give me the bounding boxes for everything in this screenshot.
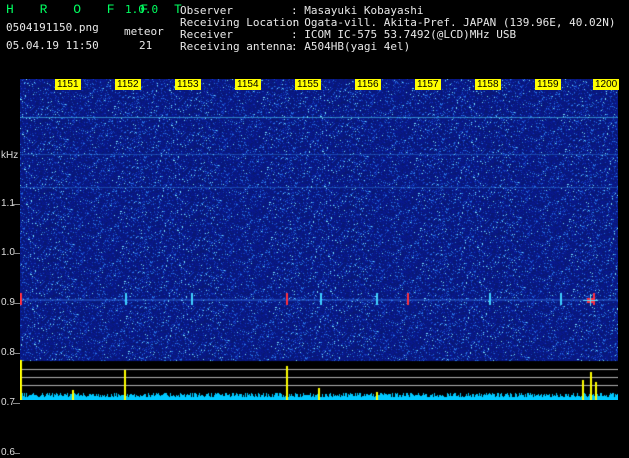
info-label-antenna: Receiving antenna <box>180 40 293 53</box>
meteor-count: 21 <box>139 39 153 52</box>
minute-label: 1153 <box>175 79 201 90</box>
y-tick <box>13 253 20 254</box>
app-logo: H R O F F T <box>6 2 191 17</box>
right-border <box>618 74 629 400</box>
info-value-antenna: : A504HB(yagi 4el) <box>291 40 411 53</box>
spectrogram <box>20 79 618 400</box>
meteor-label: meteor <box>124 25 164 38</box>
minute-label: 1156 <box>355 79 381 90</box>
minute-label: 1158 <box>475 79 501 90</box>
minute-label: 1154 <box>235 79 261 90</box>
y-tick <box>13 204 20 205</box>
header: H R O F F T 1.0.0 0504191150.png 05.04.1… <box>0 0 629 74</box>
app-version: 1.0.0 <box>125 3 159 16</box>
minute-label: 1157 <box>415 79 441 90</box>
y-tick <box>13 453 20 454</box>
y-tick <box>13 403 20 404</box>
minute-label: 1200 <box>593 79 620 90</box>
y-tick <box>13 353 20 354</box>
spectrogram-canvas <box>20 79 618 400</box>
y-axis: kHz 1.1 1.0 0.9 0.8 0.7 0.6 <box>0 74 20 458</box>
minute-label: 1151 <box>55 79 81 90</box>
y-tick <box>13 303 20 304</box>
minute-label: 1155 <box>295 79 321 90</box>
minute-label: 1159 <box>535 79 561 90</box>
minute-label: 1152 <box>115 79 141 90</box>
file-datetime: 05.04.19 11:50 <box>6 39 99 52</box>
file-name: 0504191150.png <box>6 21 99 34</box>
y-axis-unit: kHz <box>1 150 19 161</box>
